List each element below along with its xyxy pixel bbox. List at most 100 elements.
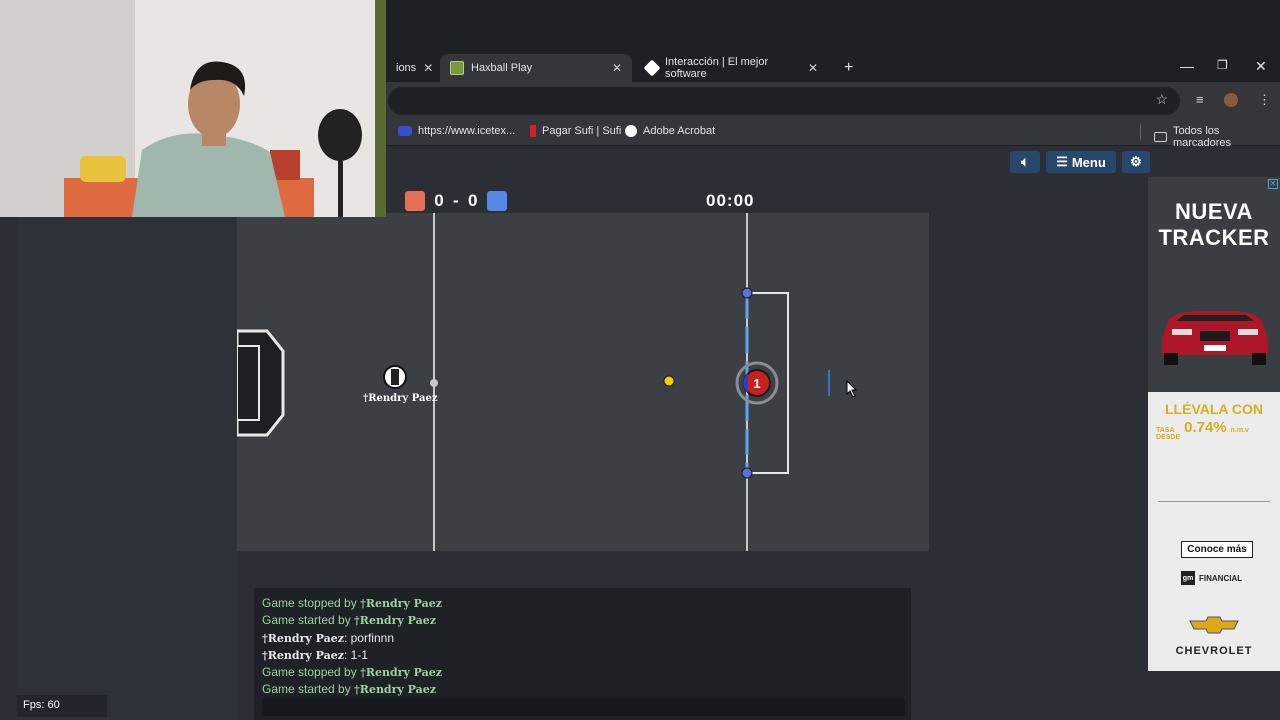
close-icon[interactable]: ✕ xyxy=(808,61,818,75)
bookmark-sufi[interactable]: Pagar Sufi | Sufi xyxy=(530,125,621,137)
ad-rate-prefix-2: DESDE xyxy=(1156,434,1181,441)
gear-icon: ⚙ xyxy=(1130,154,1142,169)
webcam-feed xyxy=(0,0,386,217)
chat-line: †Rendry Paez: porfinnn xyxy=(262,630,903,647)
game-timer: 00:00 xyxy=(706,191,755,210)
ad-rate: 0.74% xyxy=(1184,419,1227,436)
chevrolet-ad[interactable]: NUEVA TRACKER LLÉVALA CON TASA DESDE 0.7… xyxy=(1148,177,1280,671)
player-emblem xyxy=(391,369,399,385)
icetex-icon xyxy=(398,126,412,136)
speaker-icon: 🔈︎ xyxy=(1021,154,1029,169)
ball xyxy=(663,375,675,387)
ad-close-icon[interactable]: ✕ xyxy=(1268,179,1278,189)
red-score: 0 xyxy=(434,191,444,210)
bookmark-label: Pagar Sufi | Sufi xyxy=(542,125,622,137)
tab-label: Haxball Play xyxy=(471,62,533,74)
tab-interaccion[interactable]: Interacción | El mejor software ✕ xyxy=(636,54,828,82)
gm-logo-icon: gm xyxy=(1181,571,1195,585)
bookmark-label: Adobe Acrobat xyxy=(643,125,716,137)
chevrolet-bowtie-icon xyxy=(1189,616,1239,634)
chat-line: †Rendry Paez: 1-1 xyxy=(262,647,903,664)
more-options-icon[interactable]: ⋮ xyxy=(1258,92,1271,108)
chat-text: Game stopped by xyxy=(262,665,361,680)
tab-label: Interacción | El mejor software xyxy=(665,56,769,80)
close-icon[interactable]: ✕ xyxy=(423,61,433,75)
acrobat-icon xyxy=(625,125,637,137)
minimize-icon[interactable]: — xyxy=(1180,58,1194,74)
new-tab-button[interactable]: + xyxy=(834,54,858,82)
chat-text: : 1-1 xyxy=(343,647,368,662)
close-icon[interactable]: ✕ xyxy=(612,61,622,75)
mouse-cursor-icon xyxy=(846,379,858,398)
bookmark-icetex[interactable]: https://www.icetex... xyxy=(398,125,515,137)
score-separator: - xyxy=(453,191,459,210)
chat-text: : porfinnn xyxy=(343,630,394,645)
car-image xyxy=(1162,311,1268,365)
bookmark-acrobat[interactable]: Adobe Acrobat xyxy=(625,125,715,137)
chat-line: Game stopped by †Rendry Paez xyxy=(262,595,903,612)
folder-icon xyxy=(1154,132,1167,142)
chat-author: †Rendry Paez xyxy=(360,666,443,680)
fps-counter: Fps: 60 xyxy=(17,695,107,717)
chat-author: †Rendry Paez xyxy=(354,683,436,697)
bookmark-star-icon[interactable]: ☆ xyxy=(1155,91,1168,108)
settings-button[interactable]: ⚙ xyxy=(1122,151,1150,173)
chat-line: Game stopped by †Rendry Paez xyxy=(262,664,903,681)
chat-author: †Rendry Paez xyxy=(262,631,344,645)
ad-title-line1: NUEVA xyxy=(1175,199,1253,224)
cast-icon[interactable]: ≡ xyxy=(1196,92,1204,107)
ad-cta-button[interactable]: Conoce más xyxy=(1181,541,1253,558)
menu-label: Menu xyxy=(1071,154,1106,170)
ad-promo: LLÉVALA CON xyxy=(1165,401,1263,417)
ad-financial-label: FINANCIAL xyxy=(1199,573,1243,583)
tab-ions[interactable]: ions ✕ xyxy=(386,54,438,82)
chat-author: †Rendry Paez xyxy=(262,648,344,662)
menu-button[interactable]: ☰ Menu xyxy=(1046,151,1116,173)
profile-avatar-icon[interactable] xyxy=(1224,93,1238,107)
url-input[interactable] xyxy=(388,87,1180,115)
player-half xyxy=(743,373,748,393)
blue-score: 0 xyxy=(467,191,478,210)
chat-line: Game started by †Rendry Paez xyxy=(262,612,903,629)
goal-post-bottom xyxy=(741,467,753,479)
sufi-icon xyxy=(530,125,536,137)
bookmark-label: https://www.icetex... xyxy=(418,125,516,137)
haxball-favicon-icon xyxy=(450,61,464,75)
bookmarks-divider xyxy=(1140,124,1141,140)
chat-line: Game started by †Rendry Paez xyxy=(262,681,903,698)
chat-text: Game started by xyxy=(262,613,355,628)
all-bookmarks-label: Todos los marcadores xyxy=(1172,125,1232,149)
blue-team-swatch xyxy=(486,191,507,211)
tab-label: ions xyxy=(396,62,417,74)
left-panel xyxy=(17,217,237,720)
hamburger-icon: ☰ xyxy=(1056,154,1068,169)
field-canvas: 1 xyxy=(237,213,858,551)
chat-author: †Rendry Paez xyxy=(360,597,443,610)
left-goal-inner xyxy=(237,345,260,421)
ad-gm-financial: gm FINANCIAL xyxy=(1181,571,1242,585)
tab-haxball-play[interactable]: Haxball Play ✕ xyxy=(440,54,632,82)
goal-post-top xyxy=(741,287,753,299)
chat-author: †Rendry Paez xyxy=(354,614,436,628)
line-marker xyxy=(430,379,438,387)
game-top-buttons: 🔈︎ ☰ Menu ⚙ xyxy=(1010,151,1150,173)
window-close-icon[interactable]: ✕ xyxy=(1255,58,1267,75)
sound-button[interactable]: 🔈︎ xyxy=(1010,151,1040,173)
restore-icon[interactable]: ❐ xyxy=(1217,58,1228,72)
ad-title-line2: TRACKER xyxy=(1158,225,1270,250)
ad-rate-suffix: n.m.v xyxy=(1230,427,1249,434)
chat-text: Game stopped by xyxy=(262,596,361,610)
game-field[interactable]: 1 †Rendry Paez xyxy=(237,213,929,551)
blue-player-number: 1 xyxy=(753,376,760,391)
red-team-swatch xyxy=(405,191,425,211)
all-bookmarks-button[interactable]: Todos los marcadores xyxy=(1154,125,1280,149)
interaccion-favicon-icon xyxy=(643,59,661,77)
chat-input[interactable] xyxy=(262,698,905,716)
red-player-name: †Rendry Paez xyxy=(363,393,438,404)
plus-icon: + xyxy=(844,59,854,76)
ad-rate-block: TASA DESDE 0.74% n.m.v xyxy=(1156,419,1249,441)
webcam-overlay xyxy=(0,0,386,217)
haxball-page: 🔈︎ ☰ Menu ⚙ 0 - 0 00:00 1 †Rendry Paez G… xyxy=(0,147,1280,720)
ad-fine-print xyxy=(1158,501,1270,513)
ad-brand: CHEVROLET xyxy=(1175,645,1253,657)
